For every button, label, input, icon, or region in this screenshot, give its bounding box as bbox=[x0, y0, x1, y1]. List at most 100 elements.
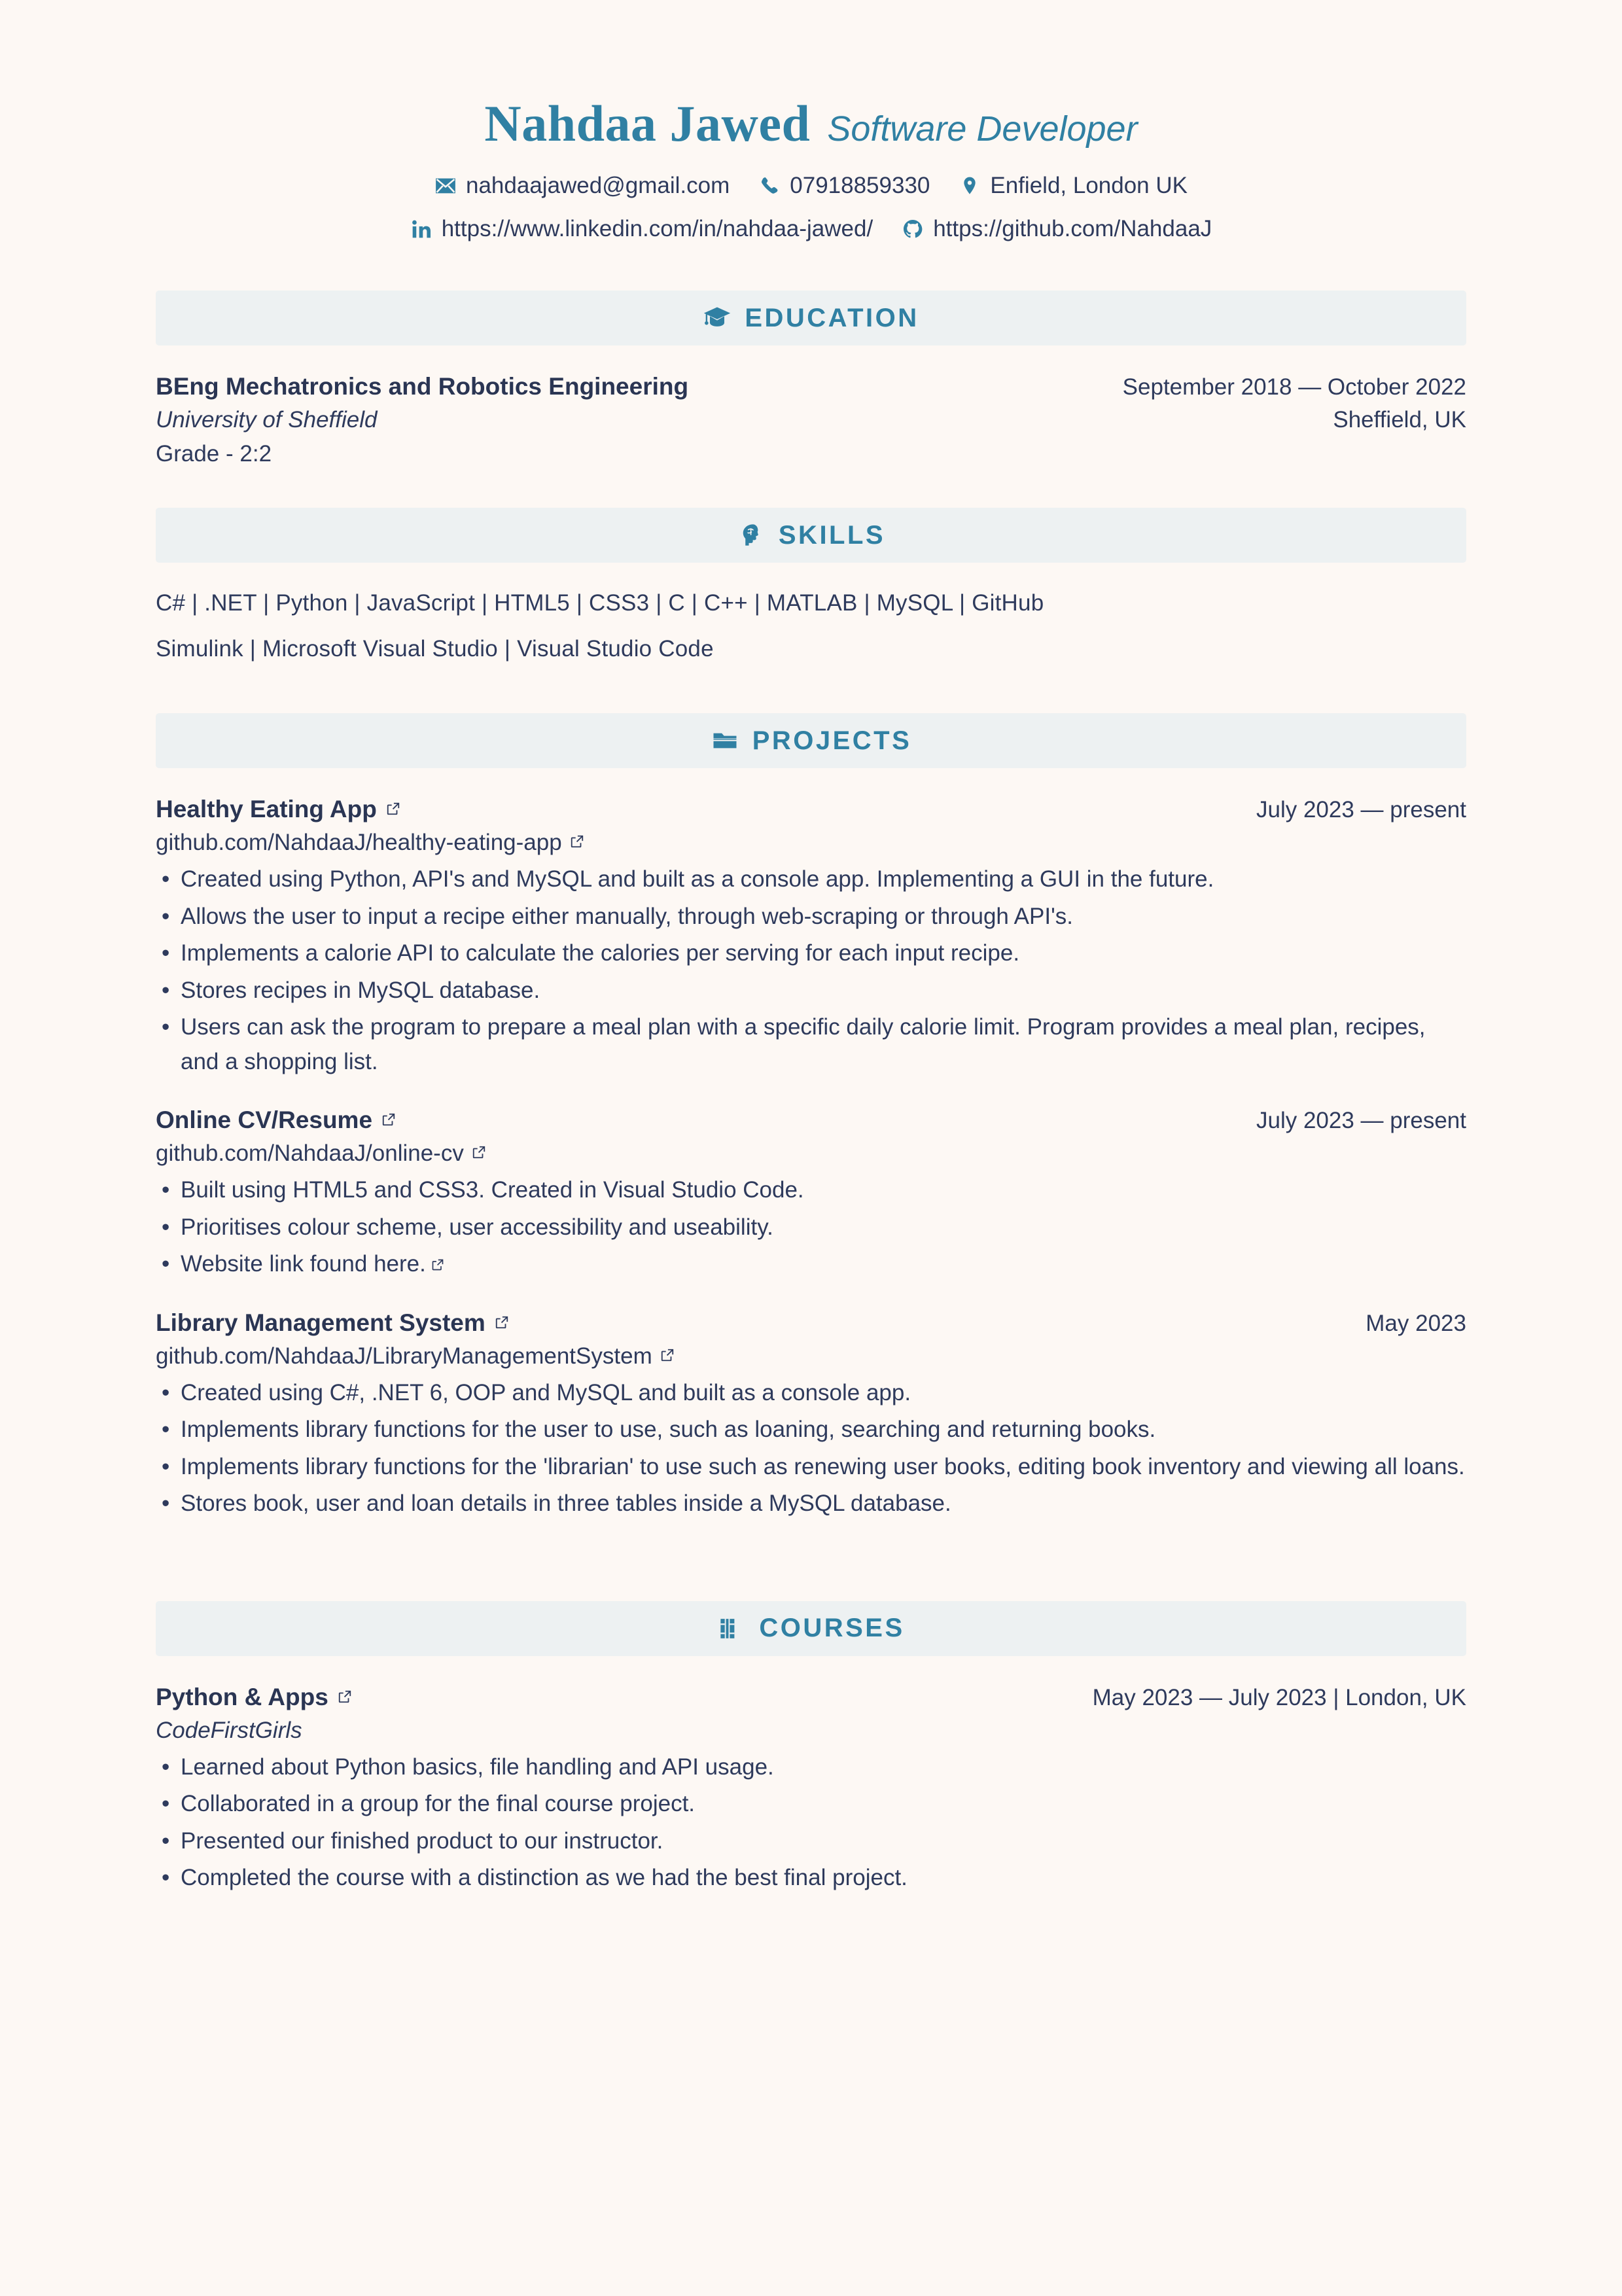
contact-phone-text: 07918859330 bbox=[790, 173, 930, 198]
skills-line-1: C# | .NET | Python | JavaScript | HTML5 … bbox=[156, 590, 1044, 616]
external-link-icon[interactable] bbox=[495, 1315, 509, 1330]
external-link-icon[interactable] bbox=[386, 802, 400, 816]
project-repo-text: github.com/NahdaaJ/online-cv bbox=[156, 1140, 464, 1166]
project-repo-text: github.com/NahdaaJ/LibraryManagementSyst… bbox=[156, 1343, 652, 1369]
contact-email[interactable]: nahdaajawed@gmail.com bbox=[434, 173, 730, 199]
books-icon bbox=[717, 1614, 746, 1643]
bullet-item: Implements library functions for the 'li… bbox=[156, 1450, 1466, 1485]
course-dates-location: May 2023 — July 2023 | London, UK bbox=[1092, 1684, 1466, 1710]
education-entry: BEng Mechatronics and Robotics Engineeri… bbox=[156, 373, 1466, 467]
bullet-item: Completed the course with a distinction … bbox=[156, 1861, 1466, 1896]
section-title-courses: COURSES bbox=[759, 1614, 905, 1642]
external-link-icon[interactable] bbox=[431, 1247, 444, 1271]
graduation-cap-icon bbox=[703, 304, 732, 332]
brain-head-icon bbox=[737, 521, 766, 550]
section-header-education: EDUCATION bbox=[156, 291, 1466, 345]
contact-location: Enfield, London UK bbox=[959, 173, 1188, 199]
contact-github-text: https://github.com/NahdaaJ bbox=[933, 216, 1212, 241]
project-entry: Healthy Eating App July 2023 — present g… bbox=[156, 796, 1466, 1079]
external-link-icon[interactable] bbox=[570, 834, 584, 849]
project-dates: July 2023 — present bbox=[1256, 1108, 1466, 1133]
external-link-icon[interactable] bbox=[338, 1689, 352, 1704]
project-bullets: Built using HTML5 and CSS3. Created in V… bbox=[156, 1173, 1466, 1282]
location-pin-icon bbox=[959, 175, 981, 197]
full-name: Nahdaa Jawed bbox=[484, 95, 811, 152]
course-bullets: Learned about Python basics, file handli… bbox=[156, 1750, 1466, 1896]
bullet-item-with-link[interactable]: Website link found here. bbox=[156, 1247, 1466, 1282]
course-provider: CodeFirstGirls bbox=[156, 1717, 302, 1743]
section-header-courses: COURSES bbox=[156, 1600, 1466, 1656]
github-icon bbox=[902, 218, 924, 240]
bullet-item: Implements a calorie API to calculate th… bbox=[156, 936, 1466, 971]
education-grade: Grade - 2:2 bbox=[156, 441, 272, 467]
project-repo[interactable]: github.com/NahdaaJ/online-cv bbox=[156, 1140, 486, 1167]
resume-page: Nahdaa Jawed Software Developer nahdaaja… bbox=[0, 0, 1622, 2296]
contact-github[interactable]: https://github.com/NahdaaJ bbox=[902, 216, 1212, 242]
project-dates: July 2023 — present bbox=[1256, 797, 1466, 822]
skills-line-2: Simulink | Microsoft Visual Studio | Vis… bbox=[156, 636, 714, 662]
section-title-skills: SKILLS bbox=[778, 520, 886, 550]
project-bullets: Created using Python, API's and MySQL an… bbox=[156, 862, 1466, 1079]
project-title[interactable]: Library Management System bbox=[156, 1309, 509, 1337]
project-bullets: Created using C#, .NET 6, OOP and MySQL … bbox=[156, 1376, 1466, 1521]
linkedin-icon bbox=[410, 218, 432, 240]
folder-icon bbox=[711, 726, 739, 755]
external-link-icon[interactable] bbox=[660, 1348, 675, 1362]
project-title-text: Online CV/Resume bbox=[156, 1106, 373, 1133]
project-title-text: Healthy Eating App bbox=[156, 796, 377, 822]
email-icon bbox=[434, 175, 457, 197]
phone-icon bbox=[758, 175, 781, 197]
contact-email-text: nahdaajawed@gmail.com bbox=[466, 173, 730, 198]
course-title-text: Python & Apps bbox=[156, 1683, 328, 1710]
project-title-row: Healthy Eating App July 2023 — present bbox=[156, 796, 1466, 823]
project-title-text: Library Management System bbox=[156, 1309, 485, 1336]
contact-linkedin[interactable]: https://www.linkedin.com/in/nahdaa-jawed… bbox=[410, 216, 873, 242]
project-repo[interactable]: github.com/NahdaaJ/LibraryManagementSyst… bbox=[156, 1343, 675, 1369]
name-title-line: Nahdaa Jawed Software Developer bbox=[156, 98, 1466, 149]
bullet-item: Implements library functions for the use… bbox=[156, 1413, 1466, 1447]
project-repo-text: github.com/NahdaaJ/healthy-eating-app bbox=[156, 830, 562, 855]
resume-header: Nahdaa Jawed Software Developer nahdaaja… bbox=[156, 0, 1466, 242]
education-sub-row: University of Sheffield Sheffield, UK bbox=[156, 407, 1466, 433]
course-entry: Python & Apps May 2023 — July 2023 | Lon… bbox=[156, 1684, 1466, 1896]
education-location: Sheffield, UK bbox=[1333, 407, 1466, 433]
bullet-item: Presented our finished product to our in… bbox=[156, 1824, 1466, 1859]
education-institution: University of Sheffield bbox=[156, 407, 378, 433]
project-title-row: Online CV/Resume July 2023 — present bbox=[156, 1106, 1466, 1134]
contact-linkedin-text: https://www.linkedin.com/in/nahdaa-jawed… bbox=[441, 216, 873, 241]
bullet-item: Created using C#, .NET 6, OOP and MySQL … bbox=[156, 1376, 1466, 1411]
contact-row-secondary: https://www.linkedin.com/in/nahdaa-jawed… bbox=[156, 216, 1466, 242]
bullet-text: Website link found here. bbox=[181, 1251, 426, 1277]
education-dates: September 2018 — October 2022 bbox=[1122, 374, 1466, 400]
bullet-item: Collaborated in a group for the final co… bbox=[156, 1787, 1466, 1822]
external-link-icon[interactable] bbox=[381, 1112, 396, 1127]
project-entry: Online CV/Resume July 2023 — present git… bbox=[156, 1106, 1466, 1282]
bullet-item: Users can ask the program to prepare a m… bbox=[156, 1010, 1466, 1079]
bullet-item: Created using Python, API's and MySQL an… bbox=[156, 862, 1466, 897]
bullet-item: Stores recipes in MySQL database. bbox=[156, 974, 1466, 1008]
education-degree: BEng Mechatronics and Robotics Engineeri… bbox=[156, 373, 689, 400]
section-title-projects: PROJECTS bbox=[752, 726, 912, 755]
education-title-row: BEng Mechatronics and Robotics Engineeri… bbox=[156, 373, 1466, 400]
bullet-item: Allows the user to input a recipe either… bbox=[156, 900, 1466, 934]
bullet-item: Stores book, user and loan details in th… bbox=[156, 1487, 1466, 1521]
contact-phone[interactable]: 07918859330 bbox=[758, 173, 930, 199]
project-repo[interactable]: github.com/NahdaaJ/healthy-eating-app bbox=[156, 830, 584, 856]
project-entry: Library Management System May 2023 githu… bbox=[156, 1309, 1466, 1521]
section-header-skills: SKILLS bbox=[156, 508, 1466, 563]
project-title-row: Library Management System May 2023 bbox=[156, 1309, 1466, 1337]
project-dates: May 2023 bbox=[1366, 1310, 1466, 1336]
bullet-item: Learned about Python basics, file handli… bbox=[156, 1750, 1466, 1785]
bullet-item: Prioritises colour scheme, user accessib… bbox=[156, 1210, 1466, 1245]
project-title[interactable]: Online CV/Resume bbox=[156, 1106, 396, 1134]
bullet-item: Built using HTML5 and CSS3. Created in V… bbox=[156, 1173, 1466, 1208]
job-title: Software Developer bbox=[827, 109, 1138, 149]
contact-location-text: Enfield, London UK bbox=[990, 173, 1188, 198]
section-title-education: EDUCATION bbox=[745, 303, 919, 332]
contact-row-primary: nahdaajawed@gmail.com 07918859330 Enfiel… bbox=[156, 173, 1466, 199]
course-title-row: Python & Apps May 2023 — July 2023 | Lon… bbox=[156, 1684, 1466, 1711]
skills-body: C# | .NET | Python | JavaScript | HTML5 … bbox=[156, 590, 1466, 662]
project-title[interactable]: Healthy Eating App bbox=[156, 796, 400, 823]
external-link-icon[interactable] bbox=[472, 1145, 486, 1159]
course-title[interactable]: Python & Apps bbox=[156, 1684, 352, 1711]
